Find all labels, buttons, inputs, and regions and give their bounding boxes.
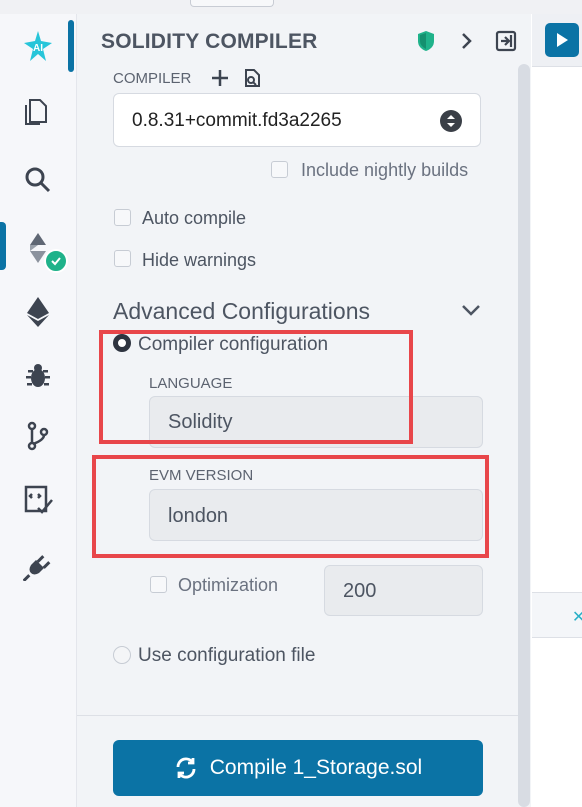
panel-title: SOLIDITY COMPILER xyxy=(101,30,318,53)
plug-icon xyxy=(23,555,51,581)
ethereum-icon xyxy=(27,297,49,327)
editor-toolbar xyxy=(532,14,582,67)
optimization-runs-input[interactable]: 200 xyxy=(324,565,483,616)
highlight-box-language xyxy=(99,330,413,444)
run-button[interactable] xyxy=(545,23,579,57)
bug-icon xyxy=(26,364,50,387)
close-panel-icon[interactable] xyxy=(495,30,517,52)
panel-divider xyxy=(77,715,518,716)
editor-area: ✕ xyxy=(532,14,582,807)
shield-check-icon xyxy=(418,31,434,51)
optimization-label: Optimization xyxy=(178,575,279,595)
compile-button[interactable]: Compile 1_Storage.sol xyxy=(113,740,483,796)
include-nightly-checkbox[interactable] xyxy=(271,161,288,178)
search-icon xyxy=(25,167,51,193)
use-config-file-radio[interactable] xyxy=(113,646,131,664)
load-custom-compiler-icon[interactable] xyxy=(241,67,263,89)
file-explorer-icon xyxy=(25,99,47,125)
terminal-close-icon[interactable]: ✕ xyxy=(572,607,582,627)
compiler-version-select[interactable]: 0.8.31+commit.fd3a2265 xyxy=(113,93,481,147)
hide-warnings-label: Hide warnings xyxy=(142,250,257,270)
advanced-configurations-title[interactable]: Advanced Configurations xyxy=(113,298,370,325)
hide-warnings-checkbox[interactable] xyxy=(114,250,131,267)
git-branch-icon xyxy=(27,421,49,451)
icon-rail: AI xyxy=(0,14,77,807)
refresh-icon xyxy=(176,757,196,779)
rail-item-plugin-manager[interactable] xyxy=(0,540,76,592)
top-strip xyxy=(0,0,582,14)
rail-item-search[interactable] xyxy=(0,154,76,206)
terminal-bar: ✕ xyxy=(532,592,582,638)
rail-item-file-explorer[interactable] xyxy=(0,86,76,138)
unit-test-icon xyxy=(24,485,53,514)
chevron-down-icon[interactable] xyxy=(460,301,482,319)
chevron-right-icon[interactable] xyxy=(455,30,477,52)
check-icon xyxy=(51,257,61,266)
svg-text:AI: AI xyxy=(33,43,43,54)
rail-item-solidity-compiler[interactable] xyxy=(0,222,76,274)
auto-compile-checkbox[interactable] xyxy=(114,209,131,226)
auto-compile-label: Auto compile xyxy=(142,208,247,228)
compile-success-badge xyxy=(44,249,68,273)
use-config-file-label: Use configuration file xyxy=(138,645,316,666)
rail-item-debugger[interactable] xyxy=(0,350,76,402)
ai-assistant-icon: AI xyxy=(24,31,52,61)
highlight-box-evm-version xyxy=(92,455,489,558)
top-tab-handle[interactable] xyxy=(190,0,274,7)
rail-item-testing[interactable] xyxy=(0,474,76,526)
include-nightly-label: Include nightly builds xyxy=(301,160,469,180)
add-compiler-icon[interactable] xyxy=(210,68,232,90)
select-arrows-icon xyxy=(440,110,462,132)
compiler-label: COMPILER xyxy=(113,70,192,87)
compile-button-label: Compile 1_Storage.sol xyxy=(209,756,423,779)
rail-item-ai-assistant[interactable]: AI xyxy=(0,20,76,72)
panel-scrollbar[interactable] xyxy=(518,64,530,807)
shield-icon[interactable] xyxy=(415,30,437,52)
optimization-checkbox[interactable] xyxy=(150,576,167,593)
play-icon xyxy=(557,33,568,47)
compiler-version-value: 0.8.31+commit.fd3a2265 xyxy=(132,110,342,131)
optimization-runs-value: 200 xyxy=(343,580,377,602)
rail-item-git[interactable] xyxy=(0,410,76,462)
rail-item-deploy-run[interactable] xyxy=(0,286,76,338)
